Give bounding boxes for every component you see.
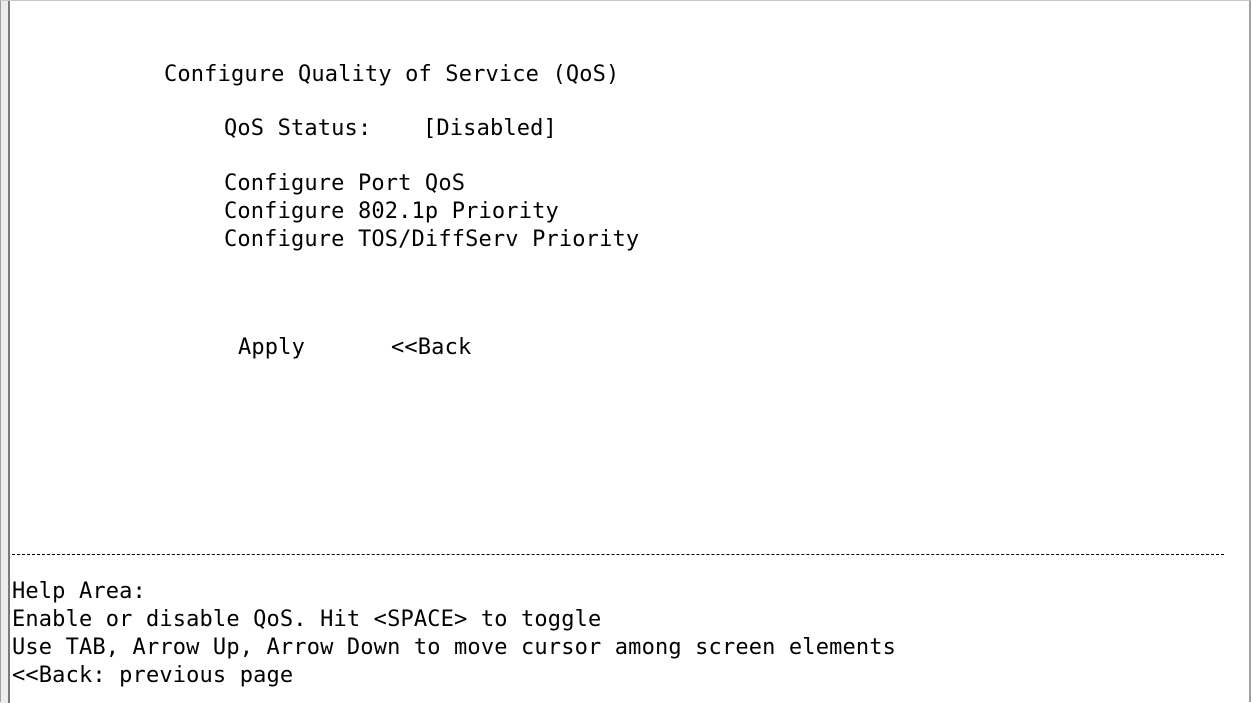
help-divider	[12, 554, 1224, 555]
help-line: <<Back: previous page	[12, 663, 294, 688]
window-left-edge	[1, 1, 10, 703]
apply-button[interactable]: Apply	[238, 337, 305, 359]
menu-item-configure-8021p-priority[interactable]: Configure 802.1p Priority	[224, 201, 559, 223]
terminal-window: Configure Quality of Service (QoS) QoS S…	[0, 0, 1251, 703]
back-button[interactable]: <<Back	[391, 337, 471, 359]
page-title: Configure Quality of Service (QoS)	[164, 62, 620, 87]
help-line: Use TAB, Arrow Up, Arrow Down to move cu…	[12, 635, 897, 660]
help-area-title: Help Area:	[12, 579, 146, 604]
menu-item-configure-tos-diffserv-priority[interactable]: Configure TOS/DiffServ Priority	[224, 229, 639, 251]
qos-status-label: QoS Status:	[224, 116, 372, 141]
help-line: Enable or disable QoS. Hit <SPACE> to to…	[12, 607, 602, 632]
menu-item-configure-port-qos[interactable]: Configure Port QoS	[224, 173, 465, 195]
terminal-screen: Configure Quality of Service (QoS) QoS S…	[10, 1, 1247, 702]
qos-status-toggle[interactable]: [Disabled]	[423, 118, 557, 140]
